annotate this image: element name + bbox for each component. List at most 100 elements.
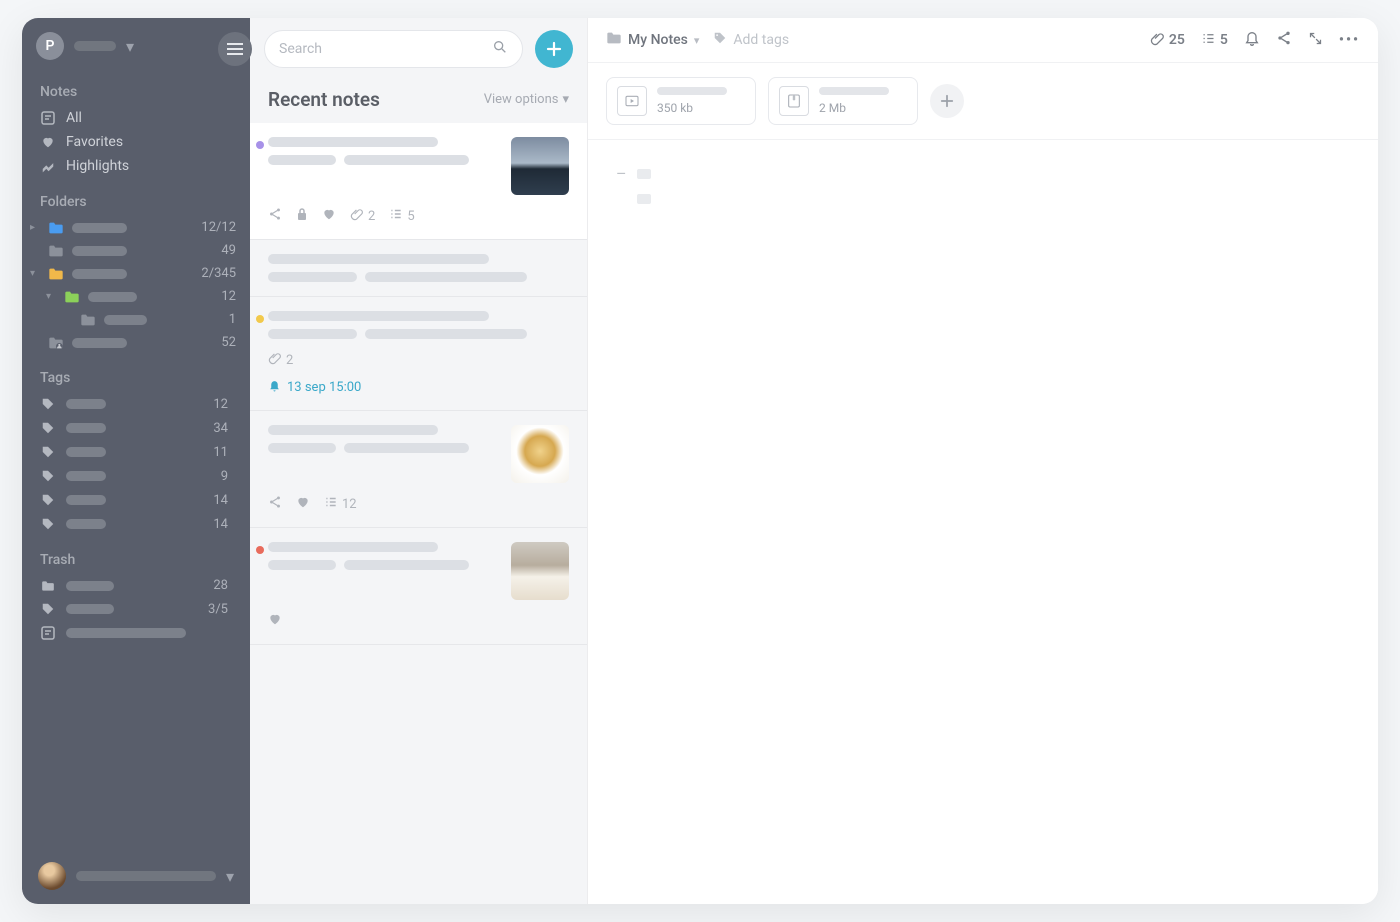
tag-item[interactable]: 12 [22,392,250,416]
folder-count: 52 [221,335,240,350]
tag-icon [40,469,56,483]
note-card[interactable] [250,240,587,297]
notes-list-title: Recent notes [268,88,380,111]
folder-name-placeholder [72,338,127,348]
bell-icon [268,379,281,396]
folder-name-placeholder [104,315,147,325]
clip-icon [268,351,282,369]
tag-icon [40,397,56,411]
tag-item[interactable]: 11 [22,440,250,464]
trash-item[interactable]: 3/5 [22,597,250,621]
note-title-placeholder [268,254,489,264]
note-card[interactable]: 25 [250,123,587,240]
tag-name-placeholder [66,423,106,433]
folder-count: 1 [229,312,240,327]
chevron-down-icon: ▾ [562,92,569,107]
plus-icon [940,94,954,108]
note-text-placeholder [365,272,527,282]
paperclip-icon [1150,31,1165,50]
chevron-down-icon: ▾ [126,37,134,56]
share-button[interactable] [1276,30,1292,50]
note-icon [40,111,56,125]
list-icon [324,495,338,513]
note-text-placeholder [344,560,469,570]
trash-name-placeholder [66,604,114,614]
attachments-count: 25 [1169,32,1185,48]
view-options-label: View options [484,92,559,107]
checklist-count-button[interactable]: 5 [1201,31,1228,50]
note-card[interactable] [250,528,587,645]
folder-name-placeholder [88,292,137,302]
folder-count: 12 [221,289,240,304]
note-thumbnail [511,425,569,483]
chevron-down-icon: ▾ [226,867,234,886]
trash-count: 28 [213,579,232,592]
bullet-line: – [616,189,1350,208]
color-dot [256,546,264,554]
note-card[interactable]: 213 sep 15:00 [250,297,587,411]
note-meta-lock [296,207,308,225]
expand-button[interactable] [1308,31,1323,50]
tag-name-placeholder [66,447,106,457]
heart-icon [268,612,282,630]
search-input[interactable] [279,41,492,57]
tag-item[interactable]: 34 [22,416,250,440]
note-text-placeholder [268,155,336,165]
reminder-text: 13 sep 15:00 [287,380,361,395]
folder-item[interactable]: ▾12 [22,285,250,308]
add-attachment-button[interactable] [930,84,964,118]
caret-icon: ▸ [30,222,40,233]
note-meta-share [268,207,282,225]
tag-icon [40,602,56,616]
folder-icon [80,313,96,327]
nav-favorites[interactable]: Favorites [22,130,250,154]
tag-icon [40,421,56,435]
user-name-placeholder [74,41,116,51]
folder-item[interactable]: 52 [22,331,250,354]
hamburger-icon [227,43,243,55]
tag-name-placeholder [66,471,106,481]
folder-count: 2/345 [201,266,240,281]
section-title-notes: Notes [22,68,250,106]
bullet-line: – [616,164,1350,183]
folder-item[interactable]: ▾2/345 [22,262,250,285]
tag-item[interactable]: 9 [22,464,250,488]
note-meta-list: 12 [324,495,357,513]
search-box[interactable] [264,30,523,68]
tag-item[interactable]: 14 [22,488,250,512]
tag-count: 11 [213,446,232,459]
folder-item[interactable]: 1 [22,308,250,331]
trash-name-placeholder [66,581,114,591]
section-title-folders: Folders [22,178,250,216]
sidebar-toggle-button[interactable] [218,32,252,66]
breadcrumb-label: My Notes [628,32,688,48]
tag-item[interactable]: 14 [22,512,250,536]
folder-item[interactable]: 49 [22,239,250,262]
breadcrumb[interactable]: My Notes ▾ [606,31,699,49]
more-button[interactable]: ••• [1339,32,1360,48]
nav-all[interactable]: All [22,106,250,130]
note-card[interactable]: 12 [250,411,587,528]
add-tags-button[interactable]: Add tags [713,31,789,49]
folder-item[interactable]: ▸12/12 [22,216,250,239]
section-title-trash: Trash [22,536,250,574]
sidebar-user-menu[interactable]: P ▾ [22,18,250,68]
attachment-card[interactable]: 350 kb [606,77,756,125]
color-dot [256,141,264,149]
attachment-card[interactable]: 2 Mb [768,77,918,125]
nav-highlights[interactable]: Highlights [22,154,250,178]
folder-icon [64,290,80,304]
attachments-count-button[interactable]: 25 [1150,31,1185,50]
reminders-button[interactable] [1244,30,1260,50]
sidebar-footer-account[interactable]: ▾ [22,848,250,904]
editor-body[interactable]: – – [588,140,1378,232]
trash-item[interactable] [22,621,250,645]
video-file-icon [617,86,647,116]
folder-icon [48,267,64,281]
view-options-dropdown[interactable]: View options ▾ [484,92,569,107]
heart-icon [40,135,56,149]
folder-name-placeholder [72,223,127,233]
trash-item[interactable]: 28 [22,574,250,597]
new-note-button[interactable] [535,30,573,68]
attachment-size: 350 kb [657,101,727,115]
